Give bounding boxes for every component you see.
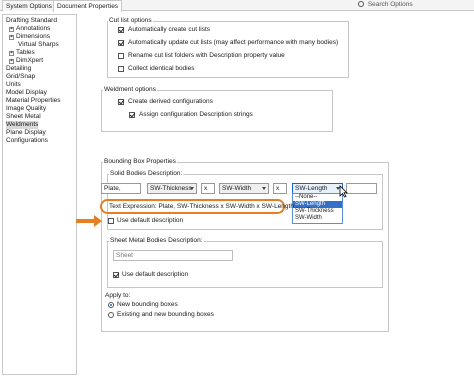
expand-icon[interactable]: + bbox=[9, 27, 14, 32]
sheet-metal-bodies-description-title: Sheet Metal Bodies Description: bbox=[109, 237, 204, 244]
tab-bar: System Options Document Properties Searc… bbox=[0, 0, 474, 12]
tree-item-detailing[interactable]: Detailing bbox=[6, 65, 31, 73]
auto-update-cut-lists-label: Automatically update cut lists (may affe… bbox=[128, 39, 339, 46]
sheet-use-default-description-label: Use default description bbox=[122, 271, 189, 278]
apply-existing-bounding-boxes-radio[interactable] bbox=[108, 312, 114, 318]
search-placeholder: Search Options bbox=[367, 1, 413, 8]
collect-identical-bodies-label: Collect identical bodies bbox=[128, 65, 195, 72]
tree-item-sheet-metal[interactable]: Sheet Metal bbox=[6, 113, 41, 121]
apply-to-label: Apply to: bbox=[105, 292, 131, 299]
length-dropdown-list[interactable]: --None-- SW-Length SW-Thickness SW-Width bbox=[292, 193, 343, 224]
solid-description-prefix-field[interactable]: Plate, bbox=[101, 183, 141, 194]
tree-item-units[interactable]: Units bbox=[6, 81, 21, 89]
tree-item-plane-display[interactable]: Plane Display bbox=[6, 129, 46, 137]
solid-use-default-description-checkbox[interactable] bbox=[108, 218, 114, 224]
tree-item-image-quality[interactable]: Image Quality bbox=[6, 105, 46, 113]
expand-icon[interactable]: + bbox=[9, 51, 14, 56]
tab-system-options[interactable]: System Options bbox=[2, 0, 56, 11]
rename-cut-list-folders-label: Rename cut list folders with Description… bbox=[128, 52, 285, 59]
sheet-metal-bodies-group bbox=[107, 241, 383, 288]
auto-create-cut-lists-label: Automatically create cut lists bbox=[128, 26, 211, 33]
tree-item-weldments[interactable]: Weldments bbox=[6, 121, 39, 129]
rename-cut-list-folders-checkbox[interactable] bbox=[118, 53, 124, 59]
apply-new-bounding-boxes-label: New bounding boxes bbox=[117, 301, 178, 308]
solid-use-default-description-label: Use default description bbox=[117, 217, 184, 224]
options-tree[interactable]: Drafting Standard + Annotations + Dimensio… bbox=[2, 14, 77, 375]
search-icon bbox=[358, 1, 364, 7]
chevron-down-icon bbox=[262, 187, 266, 190]
chevron-down-icon bbox=[190, 187, 194, 190]
dropdown-option-none[interactable]: --None-- bbox=[293, 194, 342, 201]
tab-document-properties[interactable]: Document Properties bbox=[53, 0, 123, 12]
solid-bodies-description-title: Solid Bodies Description: bbox=[109, 170, 184, 177]
cut-list-options-title: Cut list options bbox=[108, 17, 153, 24]
tree-item-annotations[interactable]: + Annotations bbox=[9, 25, 50, 33]
apply-new-bounding-boxes-radio[interactable] bbox=[108, 302, 114, 308]
tree-item-material-properties[interactable]: Material Properties bbox=[6, 97, 61, 105]
solid-separator-field-2[interactable]: x bbox=[273, 183, 287, 194]
assign-config-description-label: Assign configuration Description strings bbox=[139, 111, 253, 118]
apply-existing-bounding-boxes-label: Existing and new bounding boxes bbox=[117, 311, 214, 318]
create-derived-configurations-label: Create derived configurations bbox=[128, 98, 213, 105]
auto-create-cut-lists-checkbox[interactable] bbox=[118, 27, 124, 33]
solid-combo-width[interactable]: SW-Width bbox=[219, 183, 269, 194]
dropdown-option-sw-width[interactable]: SW-Width bbox=[293, 215, 342, 222]
weldment-options-title: Weldment options bbox=[103, 86, 157, 93]
solid-combo-thickness[interactable]: SW-Thickness bbox=[147, 183, 197, 194]
sheet-use-default-description-checkbox[interactable] bbox=[113, 272, 119, 278]
tree-item-grid-snap[interactable]: Grid/Snap bbox=[6, 73, 35, 81]
tree-item-model-display[interactable]: Model Display bbox=[6, 89, 47, 97]
assign-config-description-checkbox[interactable] bbox=[129, 112, 135, 118]
tree-item-dimensions[interactable]: + Dimensions bbox=[9, 33, 50, 41]
tree-item-configurations[interactable]: Configurations bbox=[6, 137, 48, 145]
tree-item-virtual-sharps[interactable]: Virtual Sharps bbox=[18, 41, 59, 49]
tree-item-dimxpert[interactable]: + DimXpert bbox=[9, 57, 43, 65]
create-derived-configurations-checkbox[interactable] bbox=[118, 99, 124, 105]
callout-arrow bbox=[76, 219, 96, 223]
callout-arrow-head-icon bbox=[94, 215, 102, 227]
mouse-cursor-icon bbox=[339, 185, 348, 198]
dropdown-option-sw-length[interactable]: SW-Length bbox=[293, 201, 342, 208]
tree-item-tables[interactable]: + Tables bbox=[9, 49, 35, 57]
search-options-input[interactable]: Search Options bbox=[358, 0, 456, 9]
sheet-metal-description-field[interactable]: Sheet bbox=[113, 250, 233, 261]
bounding-box-properties-title: Bounding Box Properties bbox=[103, 158, 177, 165]
collect-identical-bodies-checkbox[interactable] bbox=[118, 66, 124, 72]
dropdown-option-sw-thickness[interactable]: SW-Thickness bbox=[293, 208, 342, 215]
expand-icon[interactable]: + bbox=[9, 35, 14, 40]
text-expression-label: Text Expression: Plate, SW-Thickness x S… bbox=[109, 203, 294, 210]
expand-icon[interactable]: + bbox=[9, 59, 14, 64]
auto-update-cut-lists-checkbox[interactable] bbox=[118, 40, 124, 46]
solid-separator-field-1[interactable]: x bbox=[201, 183, 215, 194]
solid-description-suffix-field[interactable] bbox=[346, 183, 377, 194]
tree-item-drafting-standard[interactable]: Drafting Standard bbox=[6, 17, 57, 25]
